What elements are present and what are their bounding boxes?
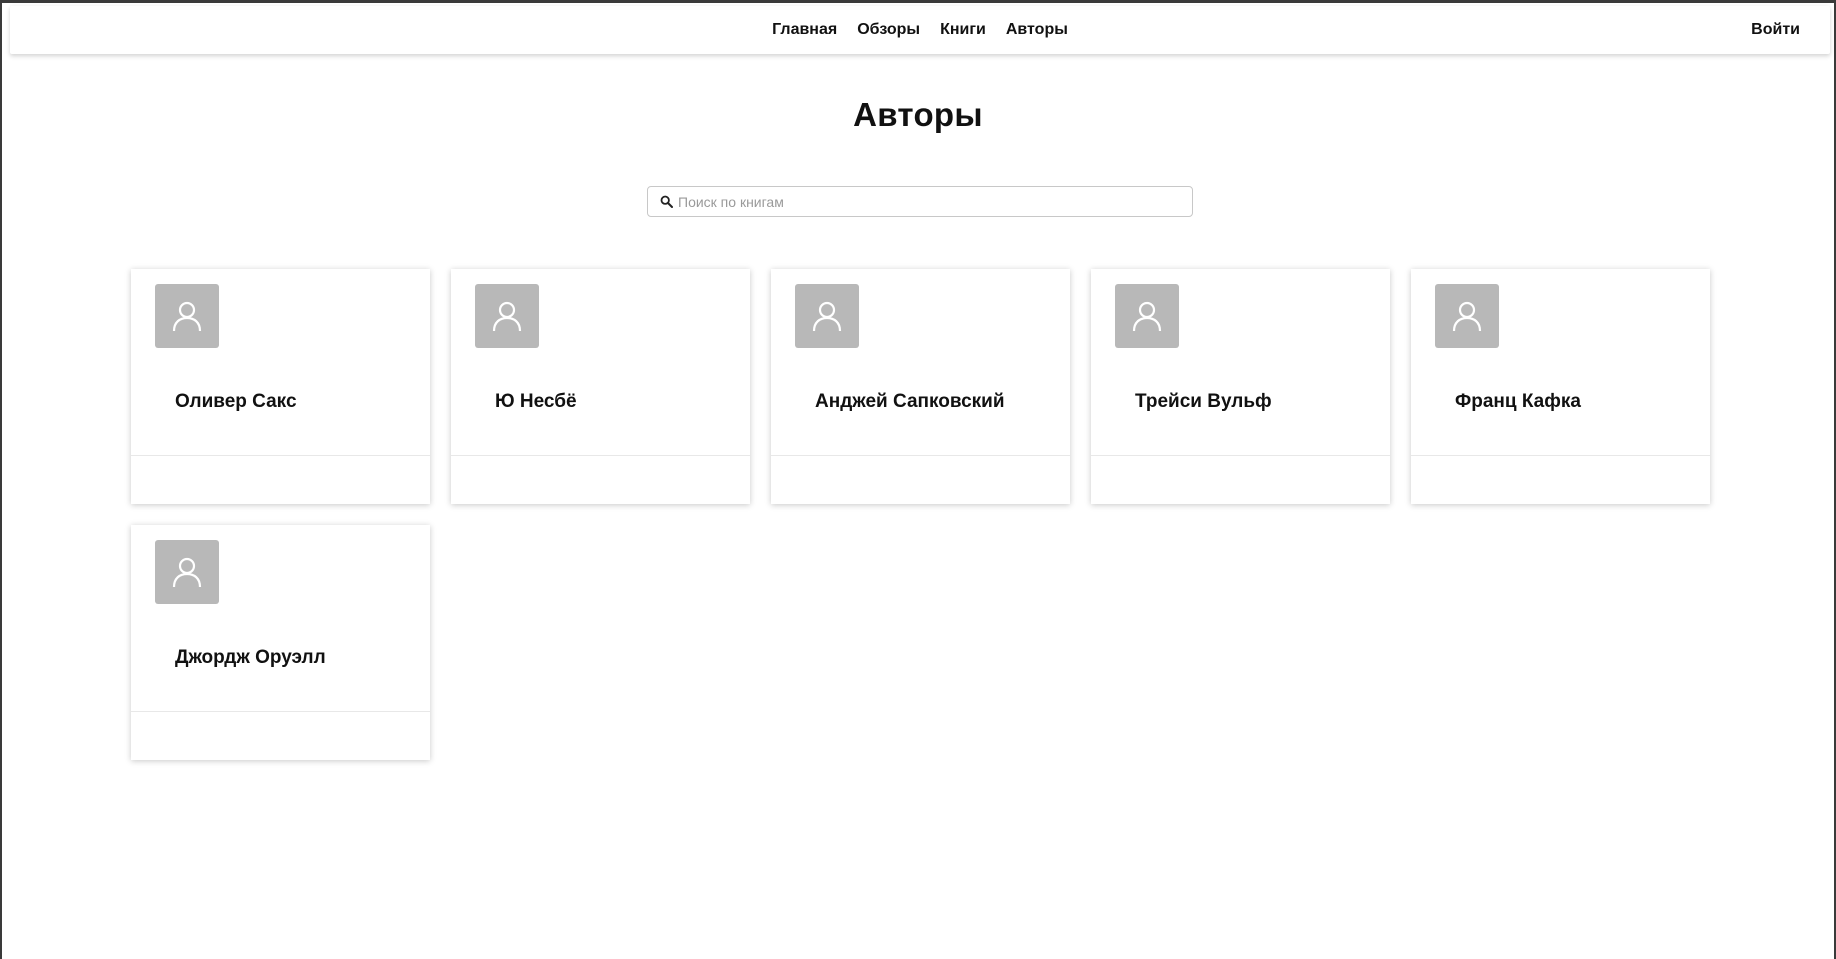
- nav-link-authors[interactable]: Авторы: [1006, 6, 1068, 54]
- author-card[interactable]: Ю Несбё: [451, 269, 750, 504]
- nav-link-home[interactable]: Главная: [772, 6, 837, 54]
- card-footer: [451, 455, 750, 504]
- user-icon: [172, 557, 202, 588]
- page-title: Авторы: [853, 96, 983, 133]
- card-footer: [771, 455, 1070, 504]
- author-name[interactable]: Ю Несбё: [495, 391, 577, 413]
- avatar: [155, 284, 219, 348]
- user-icon: [1452, 301, 1482, 332]
- nav-link-reviews[interactable]: Обзоры: [857, 6, 920, 54]
- card-footer: [131, 711, 430, 760]
- author-card[interactable]: Трейси Вульф: [1091, 269, 1390, 504]
- user-icon: [492, 301, 522, 332]
- author-card[interactable]: Франц Кафка: [1411, 269, 1710, 504]
- top-navbar: Главная Обзоры Книги Авторы Войти: [10, 6, 1830, 54]
- author-name[interactable]: Джордж Оруэлл: [175, 647, 326, 669]
- search-icon: [659, 195, 673, 209]
- card-footer: [1411, 455, 1710, 504]
- author-name[interactable]: Оливер Сакс: [175, 391, 297, 413]
- user-icon: [1132, 301, 1162, 332]
- author-name[interactable]: Трейси Вульф: [1135, 391, 1272, 413]
- author-card[interactable]: Оливер Сакс: [131, 269, 430, 504]
- main-nav: Главная Обзоры Книги Авторы: [10, 6, 1830, 54]
- avatar: [795, 284, 859, 348]
- avatar: [475, 284, 539, 348]
- authors-grid: Оливер Сакс Ю Несбё Анджей Сапковский Тр…: [131, 269, 1711, 760]
- user-icon: [172, 301, 202, 332]
- avatar: [155, 540, 219, 604]
- author-card[interactable]: Анджей Сапковский: [771, 269, 1070, 504]
- author-card[interactable]: Джордж Оруэлл: [131, 525, 430, 760]
- card-footer: [131, 455, 430, 504]
- author-name[interactable]: Франц Кафка: [1455, 391, 1581, 413]
- nav-link-books[interactable]: Книги: [940, 6, 986, 54]
- card-footer: [1091, 455, 1390, 504]
- search-input[interactable]: [678, 187, 1192, 216]
- avatar: [1435, 284, 1499, 348]
- avatar: [1115, 284, 1179, 348]
- author-name[interactable]: Анджей Сапковский: [815, 391, 1005, 413]
- user-icon: [812, 301, 842, 332]
- login-link[interactable]: Войти: [1751, 6, 1800, 54]
- search-box[interactable]: [647, 186, 1193, 217]
